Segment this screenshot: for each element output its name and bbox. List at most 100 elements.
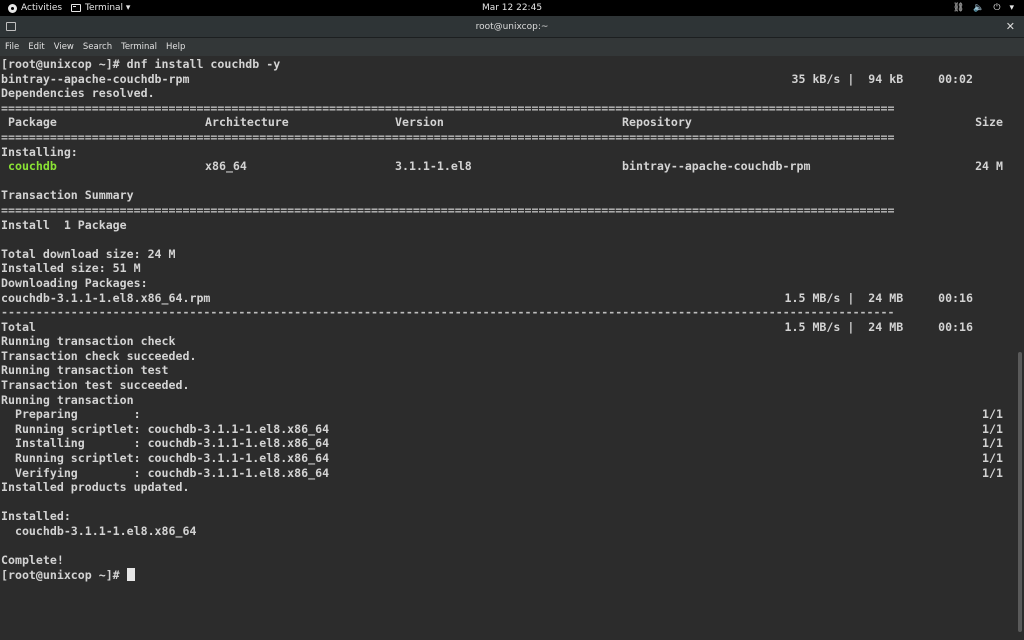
terminal-line: Total download size: 24 M xyxy=(1,247,1011,262)
terminal-line: Transaction check succeeded. xyxy=(1,349,1011,364)
menu-terminal[interactable]: Terminal xyxy=(121,38,157,56)
chevron-down-icon: ▾ xyxy=(1009,3,1014,13)
line-text: Verifying : couchdb-3.1.1-1.el8.x86_64 xyxy=(1,465,330,480)
terminal-line: Complete! xyxy=(1,553,1011,568)
line-text: Total xyxy=(1,319,36,334)
menu-search[interactable]: Search xyxy=(83,38,112,56)
terminal-line: Running transaction check xyxy=(1,334,1011,349)
terminal-line: Total 1.5 MB/s | 24 MB 00:16 xyxy=(1,320,1011,335)
line-right-text: 1/1 xyxy=(982,436,1003,451)
menu-bar: File Edit View Search Terminal Help xyxy=(0,38,1024,56)
terminal-line: Running scriptlet: couchdb-3.1.1-1.el8.x… xyxy=(1,451,1011,466)
terminal-line: Downloading Packages: xyxy=(1,276,1011,291)
terminal-output[interactable]: [root@unixcop ~]# dnf install couchdb -y… xyxy=(0,56,1024,640)
separator-line: ----------------------------------------… xyxy=(1,305,1011,320)
table-cell: Repository xyxy=(622,115,692,130)
terminal-line: Running transaction test xyxy=(1,363,1011,378)
line-text: Dependencies resolved. xyxy=(1,86,155,101)
terminal-line: Dependencies resolved. xyxy=(1,86,1011,101)
terminal-line: Installed: xyxy=(1,509,1011,524)
line-text: Installing : couchdb-3.1.1-1.el8.x86_64 xyxy=(1,436,330,451)
terminal-line: bintray--apache-couchdb-rpm 35 kB/s | 94 … xyxy=(1,72,1011,87)
menu-edit[interactable]: Edit xyxy=(28,38,44,56)
network-icon: ⛓ xyxy=(952,3,965,13)
line-text: Transaction check succeeded. xyxy=(1,348,197,363)
window-title-bar[interactable]: root@unixcop:~ ✕ xyxy=(0,16,1024,38)
line-text: Installed: xyxy=(1,509,71,524)
terminal-line: Running transaction xyxy=(1,393,1011,408)
line-text: [root@unixcop ~]# xyxy=(1,567,127,582)
power-icon: ⏻ xyxy=(993,3,1001,13)
window-title: root@unixcop:~ xyxy=(475,22,549,32)
line-text: Running scriptlet: couchdb-3.1.1-1.el8.x… xyxy=(1,451,330,466)
table-cell: Package xyxy=(1,115,57,130)
system-tray[interactable]: ⛓ 🔈 ⏻ ▾ xyxy=(953,0,1014,16)
table-cell: 3.1.1-1.el8 xyxy=(395,159,472,174)
line-text: Running scriptlet: couchdb-3.1.1-1.el8.x… xyxy=(1,421,330,436)
terminal-lines: [root@unixcop ~]# dnf install couchdb -y… xyxy=(1,57,1011,582)
terminal-line: Transaction Summary xyxy=(1,188,1011,203)
terminal-line: [root@unixcop ~]# dnf install couchdb -y xyxy=(1,57,1011,72)
line-text: couchdb-3.1.1-1.el8.x86_64.rpm xyxy=(1,290,211,305)
menu-file[interactable]: File xyxy=(5,38,19,56)
terminal-line: Installing : couchdb-3.1.1-1.el8.x86_64 1… xyxy=(1,436,1011,451)
line-text: Installing: xyxy=(1,144,78,159)
line-text: Running transaction test xyxy=(1,363,169,378)
terminal-line: Installed products updated. xyxy=(1,480,1011,495)
separator-line: ========================================… xyxy=(1,203,1011,218)
terminal-line: Preparing : 1/1 xyxy=(1,407,1011,422)
line-right-text: 1.5 MB/s | 24 MB 00:16 xyxy=(784,290,973,305)
line-text: Running transaction check xyxy=(1,334,176,349)
line-right-text: Size xyxy=(975,115,1003,130)
table-cell: Architecture xyxy=(205,115,289,130)
line-text: Transaction test succeeded. xyxy=(1,378,190,393)
line-right-text: 1/1 xyxy=(982,421,1003,436)
line-text: Downloading Packages: xyxy=(1,275,148,290)
terminal-line: Installing: xyxy=(1,145,1011,160)
line-right-text: 1/1 xyxy=(982,407,1003,422)
terminal-line: Package Architecture Version Repository Size xyxy=(1,115,1011,130)
table-cell: bintray--apache-couchdb-rpm xyxy=(622,159,811,174)
scrollbar-thumb[interactable] xyxy=(1018,352,1022,632)
line-right-text: 35 kB/s | 94 kB 00:02 xyxy=(791,71,973,86)
separator-line: ========================================… xyxy=(1,130,1011,145)
terminal-line: Running scriptlet: couchdb-3.1.1-1.el8.x… xyxy=(1,422,1011,437)
line-text: ----------------------------------------… xyxy=(1,305,895,320)
menu-help[interactable]: Help xyxy=(166,38,185,56)
line-text: Transaction Summary xyxy=(1,188,134,203)
menu-view[interactable]: View xyxy=(54,38,74,56)
terminal-line: Install 1 Package xyxy=(1,218,1011,233)
close-icon[interactable]: ✕ xyxy=(1006,16,1015,38)
line-text: Installed size: 51 M xyxy=(1,261,141,276)
line-right-text: 24 M xyxy=(975,159,1003,174)
line-text: ========================================… xyxy=(1,202,895,217)
line-text: Total download size: 24 M xyxy=(1,246,176,261)
line-text: Install 1 Package xyxy=(1,217,127,232)
clock[interactable]: Mar 12 22:45 xyxy=(0,0,1024,16)
line-text: Installed products updated. xyxy=(1,480,190,495)
text-cursor xyxy=(126,567,135,581)
line-right-text: 1/1 xyxy=(982,451,1003,466)
terminal-line: [root@unixcop ~]# xyxy=(1,567,1011,583)
volume-icon: 🔈 xyxy=(973,3,985,13)
line-text: ========================================… xyxy=(1,100,895,115)
line-text: bintray--apache-couchdb-rpm xyxy=(1,71,190,86)
scrollbar[interactable] xyxy=(1016,56,1024,640)
terminal-line: Verifying : couchdb-3.1.1-1.el8.x86_64 1/… xyxy=(1,466,1011,481)
line-text: ========================================… xyxy=(1,129,895,144)
table-cell: Version xyxy=(395,115,444,130)
terminal-line: couchdb-3.1.1-1.el8.x86_64 xyxy=(1,524,1011,539)
terminal-line: couchdb x86_64 3.1.1-1.el8 bintray--apache-… xyxy=(1,159,1011,174)
gnome-top-bar: Activities Terminal ▾ Mar 12 22:45 ⛓ 🔈 ⏻… xyxy=(0,0,1024,16)
line-text: Preparing : xyxy=(1,407,141,422)
table-cell: couchdb xyxy=(1,159,57,174)
terminal-line: Installed size: 51 M xyxy=(1,261,1011,276)
line-right-text: 1.5 MB/s | 24 MB 00:16 xyxy=(784,319,973,334)
line-text: Running transaction xyxy=(1,392,134,407)
table-cell: x86_64 xyxy=(205,159,247,174)
line-right-text: 1/1 xyxy=(982,465,1003,480)
